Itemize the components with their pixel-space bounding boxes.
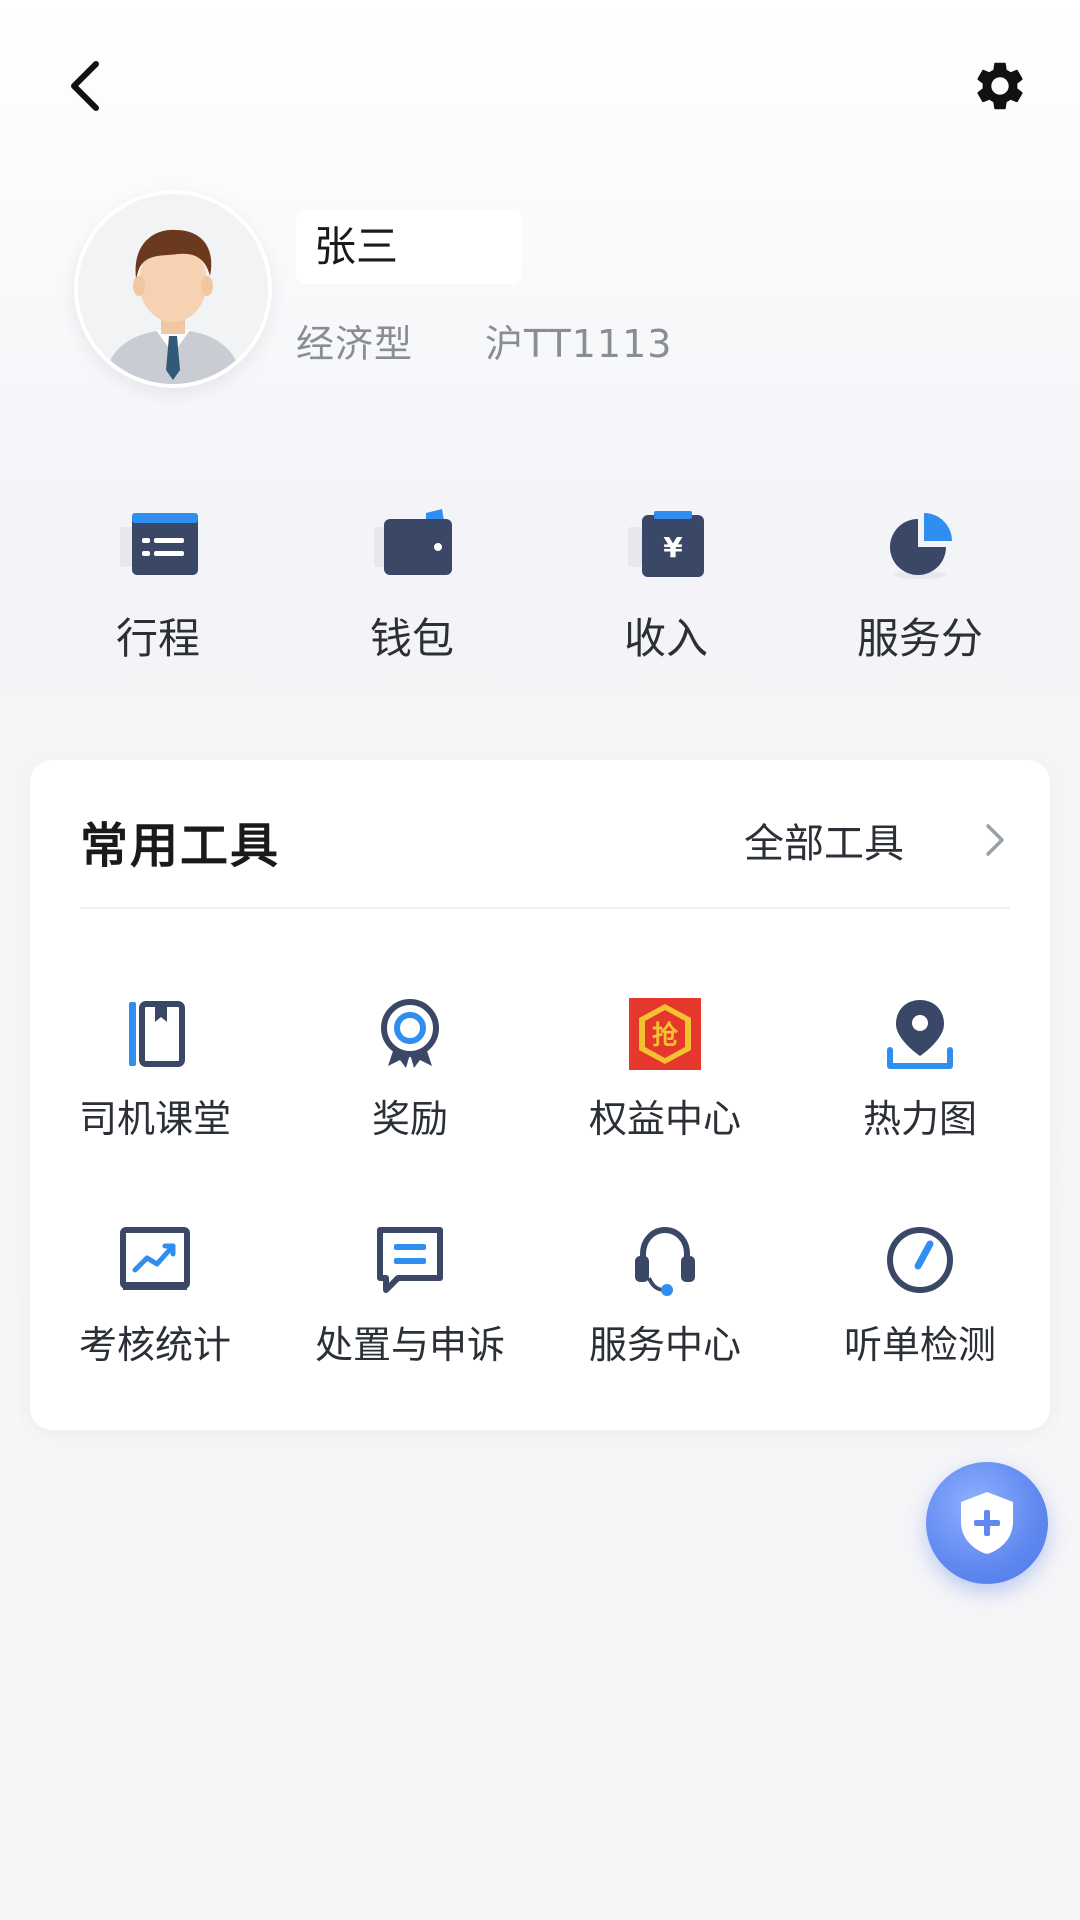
back-button[interactable] [56, 46, 116, 126]
car-type: 经济型 [296, 322, 414, 366]
tool-order-detection[interactable]: 听单检测 [795, 1222, 1045, 1367]
tool-assessment-stats[interactable]: 考核统计 [30, 1222, 280, 1367]
tool-label: 听单检测 [843, 1323, 996, 1367]
common-tools-title: 常用工具 [80, 818, 281, 874]
wallet-icon [374, 509, 452, 575]
all-tools-link[interactable]: 全部工具 [744, 812, 904, 868]
tool-label: 奖励 [371, 1097, 448, 1141]
tool-label: 考核统计 [78, 1323, 231, 1367]
chevron-right-icon[interactable] [980, 816, 1010, 864]
tool-label: 司机课堂 [78, 1097, 231, 1141]
tool-disposal-appeal[interactable]: 处置与申诉 [285, 1222, 535, 1367]
settings-button[interactable] [966, 46, 1034, 126]
medal-icon [381, 999, 439, 1068]
driver-name: 张三 [296, 210, 522, 284]
gauge-icon [887, 1227, 953, 1293]
svg-text:抢: 抢 [652, 1020, 679, 1051]
book-icon [129, 1001, 185, 1067]
tool-service-center[interactable]: 服务中心 [540, 1222, 790, 1367]
quick-entry-label: 收入 [623, 614, 708, 663]
quick-entry-label: 钱包 [369, 614, 454, 663]
safety-button[interactable] [926, 1462, 1048, 1584]
grab-badge-icon: 抢 [629, 998, 701, 1070]
tool-label: 热力图 [862, 1097, 977, 1141]
quick-entry-service-score[interactable]: 服务分 [820, 505, 1020, 665]
quick-entry-trips[interactable]: 行程 [58, 505, 258, 665]
quick-entry-label: 行程 [115, 614, 200, 663]
avatar[interactable] [74, 190, 272, 388]
tool-label: 权益中心 [588, 1097, 741, 1141]
tool-label: 处置与申诉 [314, 1323, 505, 1367]
shield-plus-icon [961, 1492, 1013, 1554]
license-plate: 沪TT1113 [485, 322, 673, 366]
tool-heatmap[interactable]: 热力图 [795, 996, 1045, 1141]
location-pin-icon [887, 1000, 953, 1069]
tool-rewards[interactable]: 奖励 [285, 996, 535, 1141]
back-arrow-icon [71, 61, 99, 111]
quick-entry-wallet[interactable]: 钱包 [312, 505, 512, 665]
driver-avatar-icon [78, 194, 268, 384]
message-icon [377, 1227, 443, 1293]
svg-text:¥: ¥ [663, 531, 683, 564]
trip-list-icon [120, 513, 198, 575]
quick-entry-income[interactable]: ¥ 收入 [566, 505, 766, 665]
quick-entry-label: 服务分 [856, 614, 983, 663]
pie-chart-icon [890, 513, 952, 579]
card-divider [80, 907, 1010, 909]
tool-driver-class[interactable]: 司机课堂 [30, 996, 280, 1141]
trend-chart-icon [120, 1227, 190, 1290]
tool-benefits-center[interactable]: 抢 权益中心 [540, 996, 790, 1141]
tool-label: 服务中心 [588, 1323, 741, 1367]
gear-icon [977, 62, 1023, 110]
headset-icon [635, 1226, 695, 1296]
income-yuan-icon: ¥ [628, 511, 704, 577]
